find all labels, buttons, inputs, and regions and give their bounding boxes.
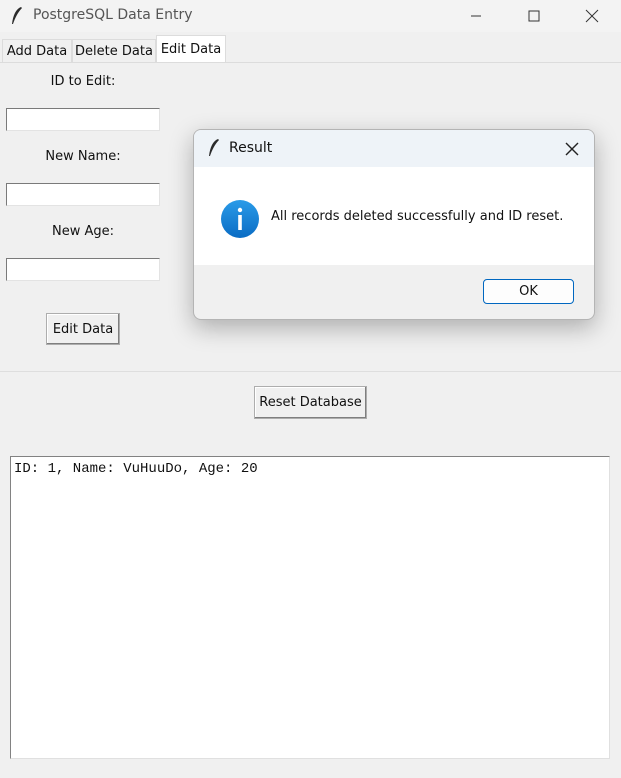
tab-panel-border <box>0 62 621 63</box>
tab-delete-data[interactable]: Delete Data <box>72 39 156 63</box>
close-button[interactable] <box>563 0 621 32</box>
window-title: PostgreSQL Data Entry <box>33 7 193 23</box>
close-icon <box>585 9 599 23</box>
new-name-input[interactable] <box>6 183 160 206</box>
minimize-icon <box>471 15 481 17</box>
dialog-close-button[interactable] <box>560 138 584 160</box>
output-text-area[interactable]: ID: 1, Name: VuHuuDo, Age: 20 <box>10 456 610 759</box>
id-label: ID to Edit: <box>50 74 116 89</box>
feather-icon <box>209 139 219 156</box>
id-input[interactable] <box>6 108 160 131</box>
feather-icon <box>12 7 22 24</box>
window-titlebar: PostgreSQL Data Entry <box>0 0 621 32</box>
reset-database-button[interactable]: Reset Database <box>254 386 367 419</box>
new-age-input[interactable] <box>6 258 160 281</box>
edit-data-button[interactable]: Edit Data <box>46 313 120 345</box>
info-icon <box>221 200 259 238</box>
maximize-button[interactable] <box>505 0 563 32</box>
minimize-button[interactable] <box>447 0 505 32</box>
tab-edit-data[interactable]: Edit Data <box>156 35 226 63</box>
ok-button[interactable]: OK <box>483 279 574 304</box>
dialog-titlebar: Result <box>194 130 594 167</box>
dialog-body: All records deleted successfully and ID … <box>194 167 594 265</box>
result-dialog: Result All records deleted successfully … <box>193 129 595 320</box>
close-icon <box>565 142 579 156</box>
new-age-label: New Age: <box>51 224 114 239</box>
dialog-message: All records deleted successfully and ID … <box>271 209 564 224</box>
dialog-title: Result <box>229 140 273 156</box>
maximize-icon <box>528 10 540 22</box>
section-divider <box>0 371 621 372</box>
tab-add-data[interactable]: Add Data <box>2 39 72 63</box>
new-name-label: New Name: <box>45 149 121 164</box>
